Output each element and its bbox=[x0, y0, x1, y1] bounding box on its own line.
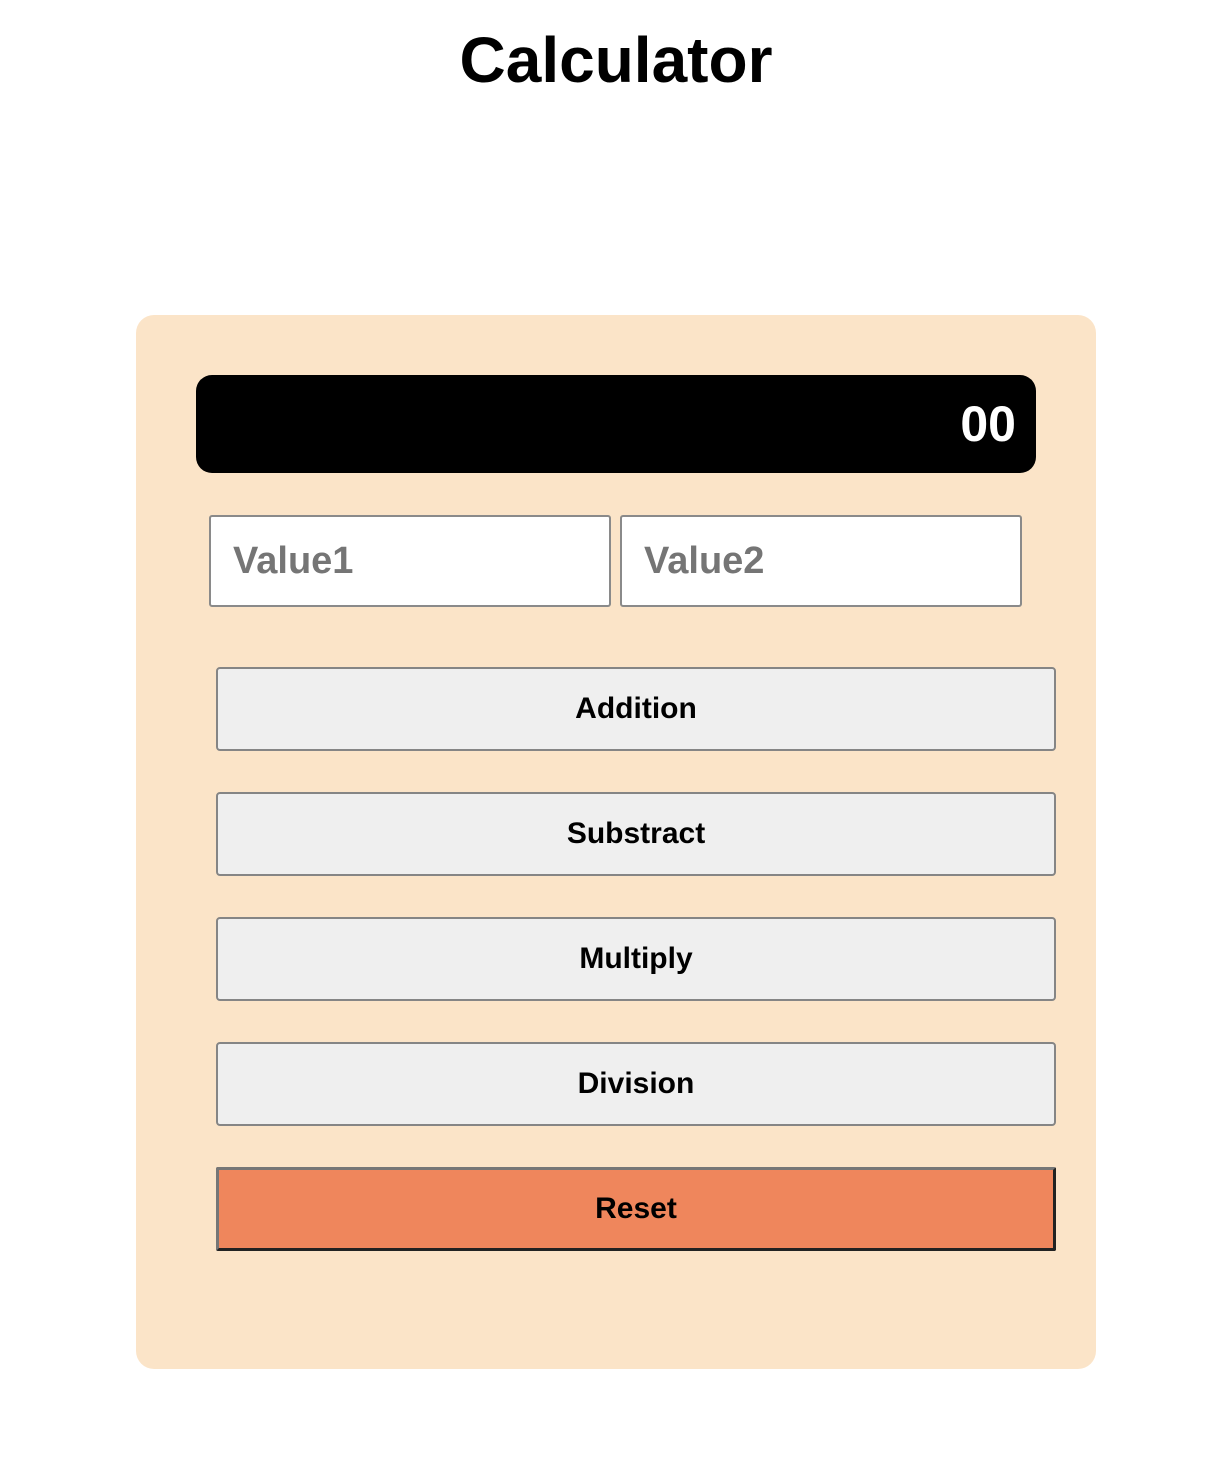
reset-button[interactable]: Reset bbox=[216, 1167, 1056, 1251]
calculator-panel: 00 Addition Substract Multiply Division … bbox=[136, 315, 1096, 1369]
division-button[interactable]: Division bbox=[216, 1042, 1056, 1126]
page-title: Calculator bbox=[459, 24, 773, 96]
multiply-button[interactable]: Multiply bbox=[216, 917, 1056, 1001]
value2-input[interactable] bbox=[620, 515, 1022, 607]
value1-input[interactable] bbox=[209, 515, 611, 607]
subtract-button[interactable]: Substract bbox=[216, 792, 1056, 876]
result-display: 00 bbox=[196, 375, 1036, 473]
addition-button[interactable]: Addition bbox=[216, 667, 1056, 751]
